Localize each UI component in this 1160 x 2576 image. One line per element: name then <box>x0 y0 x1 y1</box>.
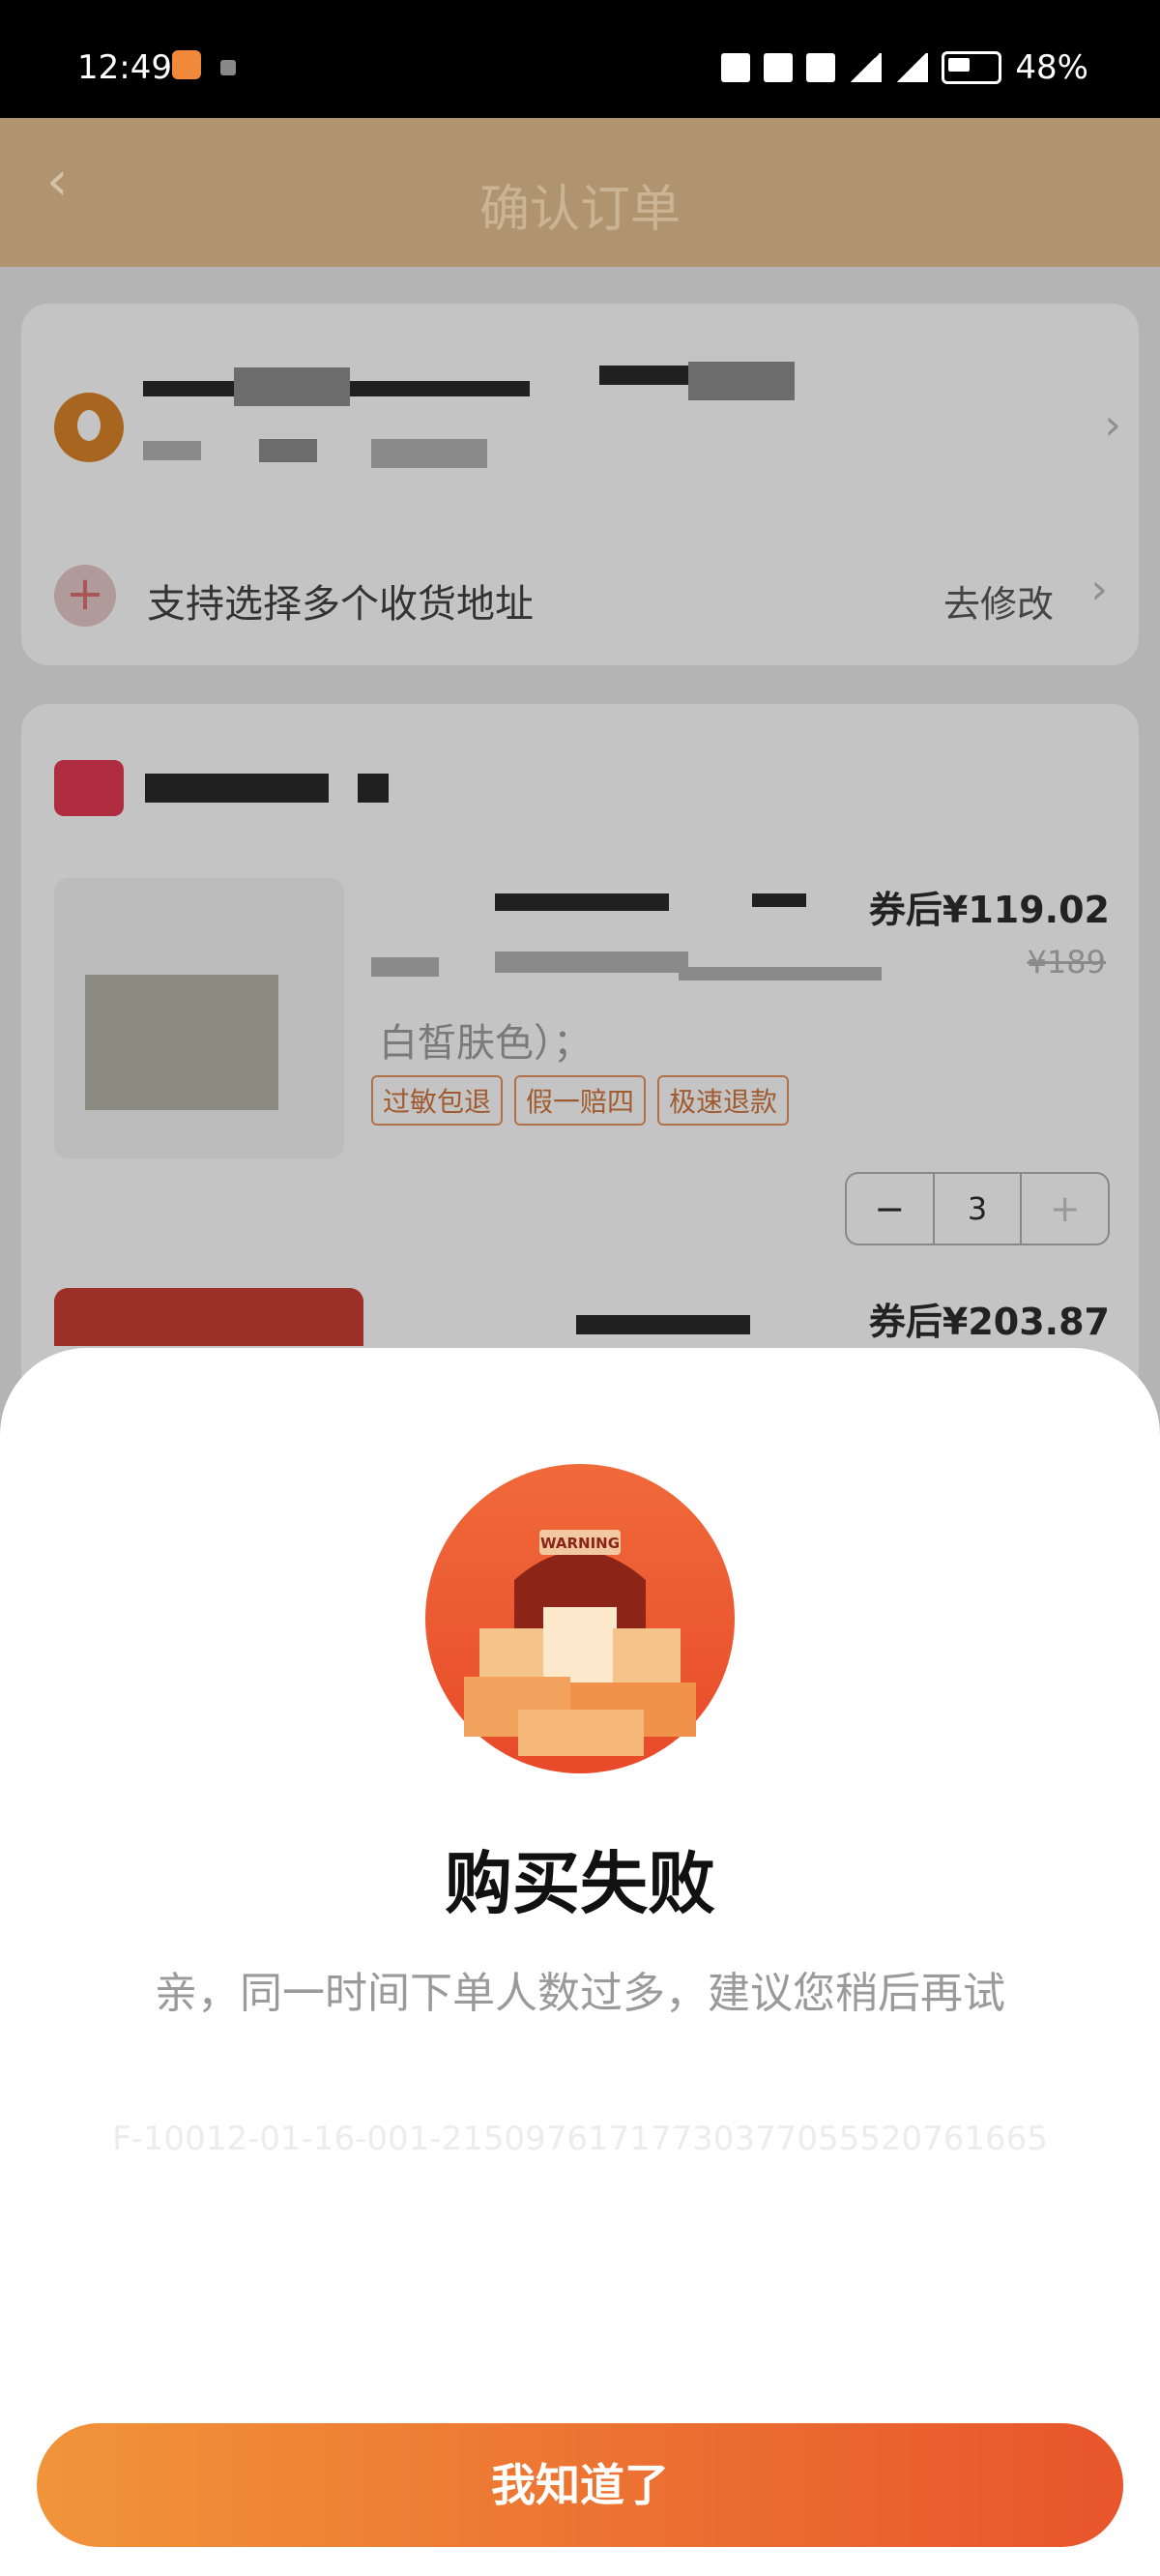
redacted-product-title <box>495 893 669 911</box>
warning-illustration: WARNING <box>425 1464 735 1773</box>
modify-link[interactable]: 去修改 <box>943 574 1054 628</box>
product-image[interactable] <box>54 878 344 1158</box>
status-icons: 48% <box>721 48 1088 87</box>
service-tag: 假一赔四 <box>514 1075 647 1126</box>
service-tags: 过敏包退 假一赔四 极速退款 <box>371 1075 790 1126</box>
wifi-icon <box>806 53 836 82</box>
tiktok-notification-icon <box>220 60 236 75</box>
signal-icon-1 <box>849 53 883 82</box>
dialog-message: 亲，同一时间下单人数过多，建议您稍后再试 <box>155 1969 1005 2018</box>
product-image-content <box>85 975 278 1110</box>
multi-address-row[interactable]: + 支持选择多个收货地址 去修改 › <box>54 563 1108 630</box>
redacted-address <box>259 439 317 462</box>
mute-icon <box>764 53 794 82</box>
redacted-product-title <box>752 893 806 907</box>
redacted-block <box>688 362 795 400</box>
product-image-2[interactable] <box>54 1288 363 1346</box>
trace-id: F-10012-01-16-001-2150976171773037705552… <box>112 2120 1048 2158</box>
page-header: ‹ 确认订单 <box>0 118 1160 267</box>
goods-card: 券后¥119.02 ¥189 白皙肤色）； 过敏包退 假一赔四 极速退款 − 3… <box>21 704 1139 1439</box>
redacted-product-title <box>371 957 439 977</box>
page-title: 确认订单 <box>478 181 681 239</box>
coupon-price-2: 券后¥203.87 <box>868 1301 1110 1343</box>
coupon-price: 券后¥119.02 <box>868 889 1110 931</box>
redacted-address <box>371 439 487 468</box>
redacted-product-title-2 <box>576 1315 750 1334</box>
battery-level: 48% <box>1015 48 1088 87</box>
service-tag: 过敏包退 <box>371 1075 504 1126</box>
quantity-stepper[interactable]: − 3 + <box>845 1172 1110 1245</box>
got-it-button[interactable]: 我知道了 <box>37 2423 1123 2547</box>
multi-address-label: 支持选择多个收货地址 <box>147 582 534 627</box>
tmall-shop-icon <box>54 760 124 816</box>
location-pin-icon <box>54 393 124 462</box>
redacted-product-title <box>495 951 688 973</box>
battery-icon <box>942 51 1002 84</box>
redacted-product-title <box>679 967 882 981</box>
redacted-block <box>234 367 350 406</box>
status-bar: 12:49 48% <box>0 0 1160 118</box>
dialog-title: 购买失败 <box>445 1844 715 1923</box>
chevron-right-icon: › <box>1090 565 1108 614</box>
product-spec: 白皙肤色）； <box>379 1021 592 1066</box>
original-price: ¥189 <box>1027 944 1106 981</box>
redacted-address <box>143 441 201 460</box>
chevron-right-icon: › <box>1104 400 1121 450</box>
redacted-shop-tag <box>358 774 389 803</box>
quantity-value[interactable]: 3 <box>932 1174 1023 1244</box>
purchase-failed-sheet: WARNING 购买失败 亲，同一时间下单人数过多，建议您稍后再试 F-1001… <box>0 1348 1160 2576</box>
status-time: 12:49 <box>77 48 172 87</box>
decrease-button[interactable]: − <box>847 1174 933 1244</box>
app-notification-icon <box>172 50 201 79</box>
warning-text: WARNING <box>540 1535 620 1552</box>
address-card[interactable]: › + 支持选择多个收货地址 去修改 › <box>21 304 1139 665</box>
increase-button[interactable]: + <box>1022 1174 1108 1244</box>
service-tag: 极速退款 <box>657 1075 790 1126</box>
redacted-shop-name <box>145 774 329 803</box>
bluetooth-icon <box>721 53 751 82</box>
add-icon: + <box>54 565 116 627</box>
signal-icon-2 <box>895 53 929 82</box>
